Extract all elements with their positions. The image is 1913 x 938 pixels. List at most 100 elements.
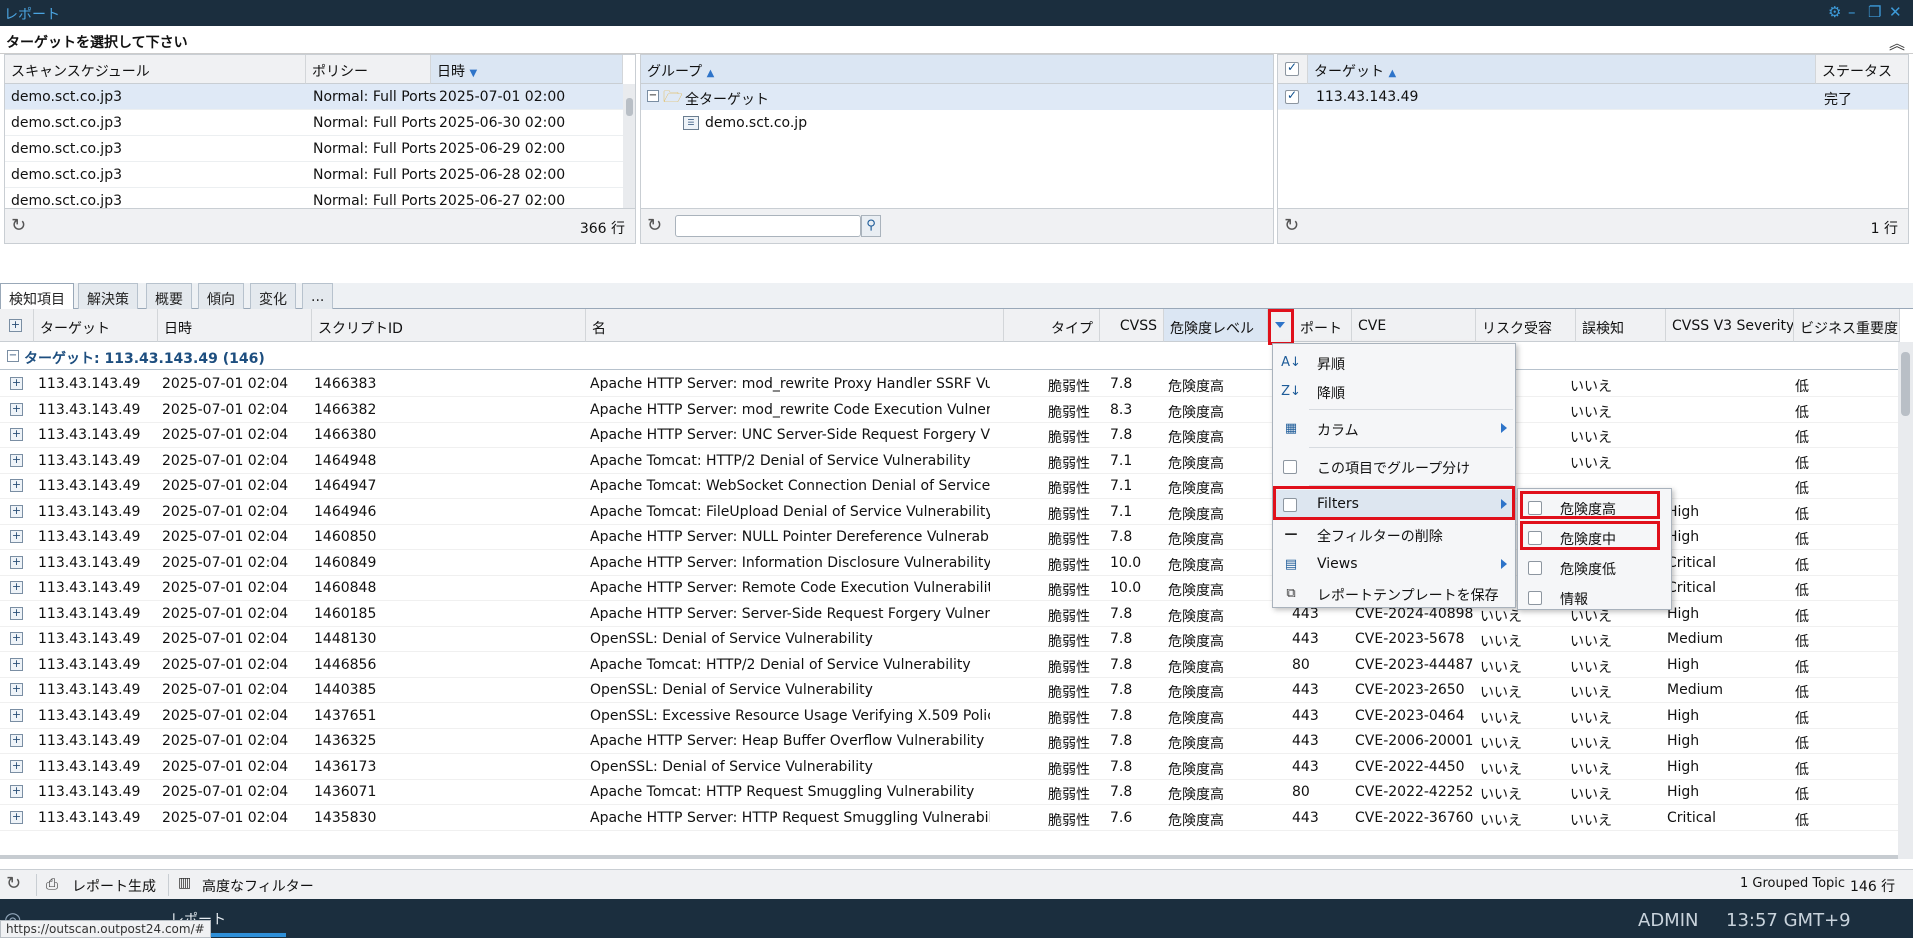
table-row[interactable]: +113.43.143.49 2025-07-01 02:04 1464948 Apa… [0, 448, 1900, 474]
expand-row-icon[interactable]: + [10, 402, 23, 416]
expand-row-icon[interactable]: + [10, 810, 23, 824]
tab-trend[interactable]: 傾向 [198, 283, 244, 309]
menu-sort-desc[interactable]: Z↓ 降順 [1273, 377, 1515, 407]
menu-columns[interactable]: ▦ カラム [1273, 414, 1515, 444]
menu-clear-filters[interactable]: — 全フィルターの削除 [1273, 520, 1515, 550]
tab-solutions[interactable]: 解決策 [78, 283, 138, 309]
col-cvss3-severity[interactable]: CVSS V3 Severity [1666, 309, 1794, 342]
restore-icon[interactable]: ❐ [1868, 4, 1881, 20]
minimize-icon[interactable]: – [1848, 4, 1856, 20]
gear-icon[interactable]: ⚙ [1828, 4, 1841, 20]
target-checkbox[interactable] [1285, 88, 1299, 104]
tab-summary[interactable]: 概要 [146, 283, 192, 309]
expand-row-icon[interactable]: + [10, 657, 23, 671]
col-script-id[interactable]: スクリプトID [312, 309, 586, 342]
col-type[interactable]: タイプ [1004, 309, 1100, 342]
col-risk-accept[interactable]: リスク受容 [1476, 309, 1576, 342]
grid-vscrollbar[interactable] [1898, 342, 1913, 859]
menu-save-template[interactable]: ⧉ レポートテンプレートを保存 [1273, 579, 1515, 609]
tab-findings[interactable]: 検知項目 [0, 283, 74, 309]
menu-group-by[interactable]: この項目でグループ分け [1273, 452, 1515, 482]
generate-report-button[interactable]: レポート生成 [72, 876, 156, 896]
select-all-checkbox[interactable] [1285, 60, 1299, 76]
table-row[interactable]: +113.43.143.49 2025-07-01 02:04 1436173 Ope… [0, 754, 1900, 780]
tab-more[interactable]: ... [302, 283, 334, 309]
col-false-positive[interactable]: 誤検知 [1576, 309, 1666, 342]
schedule-row[interactable]: demo.sct.co.jp3 Normal: Full Ports2025-06… [5, 162, 623, 188]
refresh-icon[interactable]: ↻ [6, 873, 21, 894]
filter-info-checkbox[interactable] [1528, 591, 1542, 605]
expand-row-icon[interactable]: + [10, 530, 23, 543]
close-icon[interactable]: ✕ [1889, 4, 1902, 20]
table-row[interactable]: +113.43.143.49 2025-07-01 02:04 1435830 Apa… [0, 805, 1900, 831]
expand-all-icon[interactable]: + [9, 319, 22, 332]
collapse-tree-icon[interactable]: − [647, 90, 659, 102]
table-row[interactable]: +113.43.143.49 2025-07-01 02:04 1448130 Ope… [0, 626, 1900, 652]
collapse-icon[interactable]: ︽ [1889, 30, 1905, 54]
filter-low[interactable]: 危険度低 [1518, 553, 1671, 583]
expand-row-icon[interactable]: + [10, 453, 23, 467]
expand-row-icon[interactable]: + [10, 504, 23, 518]
schedule-row[interactable]: demo.sct.co.jp3 Normal: Full Ports2025-06… [5, 110, 623, 136]
expand-row-icon[interactable]: + [10, 606, 23, 620]
col-target[interactable]: ターゲット [34, 309, 158, 342]
table-row[interactable]: +113.43.143.49 2025-07-01 02:04 1440385 Ope… [0, 677, 1900, 703]
col-status[interactable]: ステータス [1816, 55, 1908, 84]
tree-child[interactable]: ☰ demo.sct.co.jp [641, 110, 1273, 136]
target-row[interactable]: 113.43.143.49 完了 [1278, 84, 1908, 110]
col-cvss[interactable]: CVSS [1100, 309, 1164, 342]
schedule-row[interactable]: demo.sct.co.jp3 Normal: Full Ports 2025-07… [5, 84, 623, 110]
col-group[interactable]: グループ ▲ [641, 55, 1273, 84]
expand-row-icon[interactable]: + [10, 428, 23, 441]
menu-views[interactable]: ▤ Views [1273, 550, 1515, 580]
expand-row-icon[interactable]: + [10, 759, 23, 773]
col-cve[interactable]: CVE [1352, 309, 1476, 342]
table-row[interactable]: +113.43.143.49 2025-07-01 02:04 1436071 Apa… [0, 779, 1900, 805]
table-row[interactable]: +113.43.143.49 2025-07-01 02:04 1466383 Apa… [0, 371, 1900, 397]
col-name[interactable]: 名 [586, 309, 1004, 342]
schedule-cell: Normal: Full Ports [313, 115, 437, 131]
col-business-criticality[interactable]: ビジネス重要度 [1794, 309, 1900, 342]
expand-row-icon[interactable]: + [10, 479, 23, 492]
table-row[interactable]: +113.43.143.49 2025-07-01 02:04 1466380 Apa… [0, 422, 1900, 448]
col-port[interactable]: ポート [1294, 309, 1352, 342]
expand-row-icon[interactable]: + [10, 581, 23, 594]
table-row[interactable]: +113.43.143.49 2025-07-01 02:04 1446856 Apa… [0, 652, 1900, 678]
refresh-icon[interactable]: ↻ [647, 215, 662, 236]
col-severity[interactable]: 危険度レベル [1164, 309, 1268, 342]
refresh-icon[interactable]: ↻ [1284, 215, 1299, 236]
group-by-checkbox[interactable] [1283, 460, 1297, 474]
search-icon[interactable]: ⚲ [861, 215, 881, 237]
group-header-row[interactable]: − ターゲット: 113.43.143.49 (146) [0, 342, 1900, 370]
expand-row-icon[interactable]: + [10, 785, 23, 798]
expand-row-icon[interactable]: + [10, 734, 23, 747]
col-check[interactable] [1278, 55, 1308, 84]
advanced-filter-button[interactable]: 高度なフィルター [202, 876, 314, 896]
grid-hscrollbar[interactable] [0, 855, 1898, 859]
user-name[interactable]: ADMIN [1638, 910, 1698, 931]
col-schedule[interactable]: スキャンスケジュール [5, 55, 306, 84]
expand-row-icon[interactable]: + [10, 708, 23, 722]
expand-row-icon[interactable]: + [10, 683, 23, 696]
table-row[interactable]: +113.43.143.49 2025-07-01 02:04 1436325 Apa… [0, 728, 1900, 754]
table-row[interactable]: +113.43.143.49 2025-07-01 02:04 1437651 Ope… [0, 703, 1900, 729]
group-search-input[interactable] [675, 215, 861, 237]
expand-row-icon[interactable]: + [10, 377, 23, 390]
table-row[interactable]: +113.43.143.49 2025-07-01 02:04 1466382 Apa… [0, 397, 1900, 423]
filter-low-checkbox[interactable] [1528, 561, 1542, 575]
refresh-icon[interactable]: ↻ [11, 215, 26, 236]
expand-row-icon[interactable]: + [10, 632, 23, 645]
col-policy[interactable]: ポリシー [306, 55, 431, 84]
col-datetime[interactable]: 日時 [158, 309, 312, 342]
col-target[interactable]: ターゲット ▲ [1308, 55, 1816, 84]
schedule-scrollbar[interactable] [623, 84, 635, 210]
schedule-row[interactable]: demo.sct.co.jp3 Normal: Full Ports2025-06… [5, 136, 623, 162]
tree-root[interactable]: − 🗁 全ターゲット [641, 84, 1273, 110]
collapse-group-icon[interactable]: − [7, 350, 19, 362]
tab-changes[interactable]: 変化 [250, 283, 296, 309]
filter-info[interactable]: 情報 [1518, 583, 1671, 613]
col-expand-all[interactable]: + [0, 309, 34, 342]
expand-row-icon[interactable]: + [10, 555, 23, 569]
col-datetime[interactable]: 日時 ▼ [431, 55, 623, 84]
menu-sort-asc[interactable]: A↓ 昇順 [1273, 348, 1515, 378]
